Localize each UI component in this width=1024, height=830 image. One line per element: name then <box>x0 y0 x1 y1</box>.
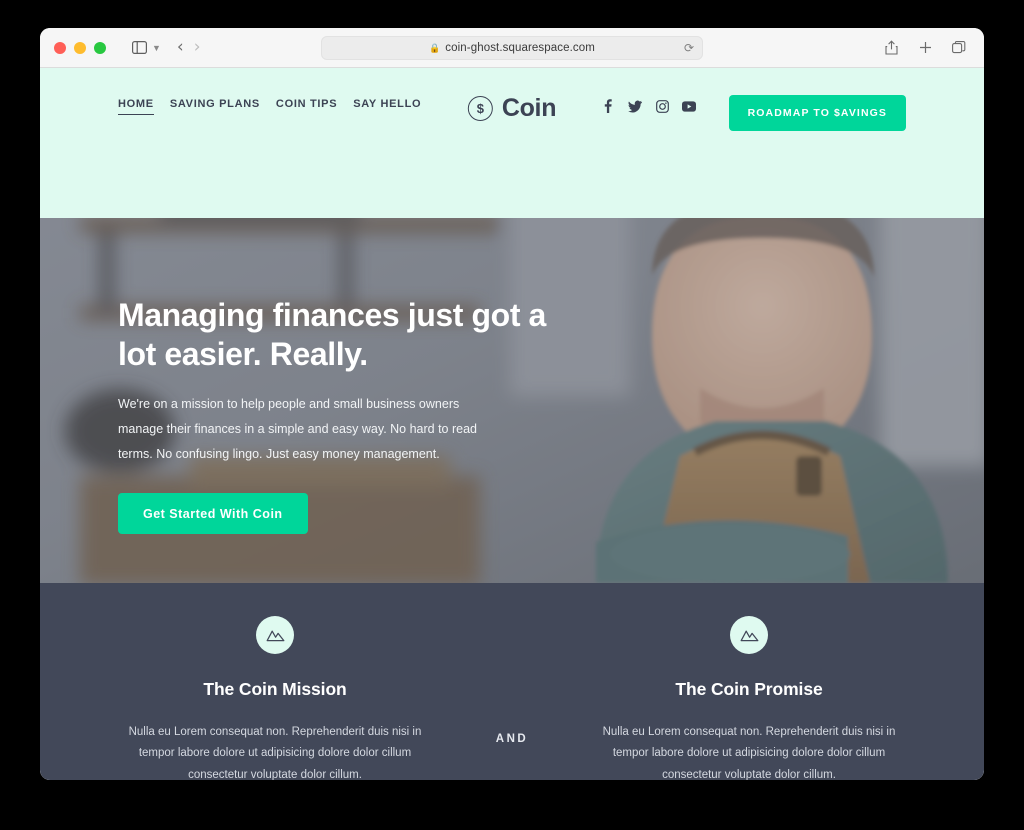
nav-item-say-hello[interactable]: SAY HELLO <box>353 98 421 114</box>
sidebar-dropdown-caret-icon[interactable]: ▼ <box>152 43 161 53</box>
feature-card-mission: The Coin Mission Nulla eu Lorem consequa… <box>110 616 440 780</box>
feature-card-promise: The Coin Promise Nulla eu Lorem consequa… <box>584 616 914 780</box>
hero-title: Managing finances just got a lot easier.… <box>118 297 546 373</box>
browser-window: ▼ ‹ › 🔒 coin-ghost.squarespace.com ⟳ Man… <box>40 28 984 780</box>
youtube-icon[interactable] <box>682 99 696 113</box>
traffic-light-buttons[interactable] <box>54 41 106 54</box>
feature-body: Nulla eu Lorem consequat non. Reprehende… <box>602 726 896 780</box>
site-navbar: HOME SAVING PLANS COIN TIPS SAY HELLO $ … <box>40 68 984 156</box>
social-links <box>601 99 696 113</box>
share-icon[interactable] <box>880 35 902 59</box>
get-started-button[interactable]: Get Started With Coin <box>118 493 308 535</box>
dollar-coin-icon: $ <box>467 96 493 121</box>
plus-icon[interactable] <box>914 35 936 59</box>
hero-subtitle: We're on a mission to help people and sm… <box>118 397 477 462</box>
forward-chevron-icon[interactable]: › <box>194 39 201 56</box>
primary-nav: HOME SAVING PLANS COIN TIPS SAY HELLO <box>118 98 421 115</box>
header-wave-divider <box>40 160 984 204</box>
nav-item-home[interactable]: HOME <box>118 98 154 115</box>
url-text: coin-ghost.squarespace.com <box>445 42 595 54</box>
feature-body: Nulla eu Lorem consequat non. Reprehende… <box>128 726 422 780</box>
roadmap-to-savings-button[interactable]: ROADMAP TO $AVINGS <box>728 95 906 131</box>
maximize-window-button[interactable] <box>94 41 106 54</box>
facebook-icon[interactable] <box>601 99 615 113</box>
web-page: Managing finances just got a lot easier.… <box>40 68 984 780</box>
browser-titlebar: ▼ ‹ › 🔒 coin-ghost.squarespace.com ⟳ <box>40 28 984 68</box>
mountain-icon <box>730 616 768 654</box>
hero-copy: Managing finances just got a lot easier.… <box>118 296 558 535</box>
close-window-button[interactable] <box>54 41 66 54</box>
nav-item-saving-plans[interactable]: SAVING PLANS <box>170 98 260 114</box>
mountain-icon <box>256 616 294 654</box>
lock-icon: 🔒 <box>429 42 441 53</box>
sidebar-toggle-icon[interactable] <box>126 35 152 61</box>
and-divider: AND <box>495 733 529 745</box>
brand-name: Coin <box>501 94 557 122</box>
features-section: The Coin Mission Nulla eu Lorem consequa… <box>40 583 984 780</box>
address-bar[interactable]: 🔒 coin-ghost.squarespace.com ⟳ <box>321 36 703 60</box>
instagram-icon[interactable] <box>655 99 669 113</box>
nav-item-coin-tips[interactable]: COIN TIPS <box>276 98 337 114</box>
back-chevron-icon[interactable]: ‹ <box>177 39 184 56</box>
tab-overview-icon[interactable] <box>948 35 970 59</box>
reload-icon[interactable]: ⟳ <box>684 41 694 55</box>
site-logo[interactable]: $ Coin <box>467 94 557 123</box>
feature-title: The Coin Mission <box>203 679 347 699</box>
minimize-window-button[interactable] <box>74 41 86 54</box>
feature-title: The Coin Promise <box>675 679 823 699</box>
twitter-icon[interactable] <box>628 99 642 113</box>
